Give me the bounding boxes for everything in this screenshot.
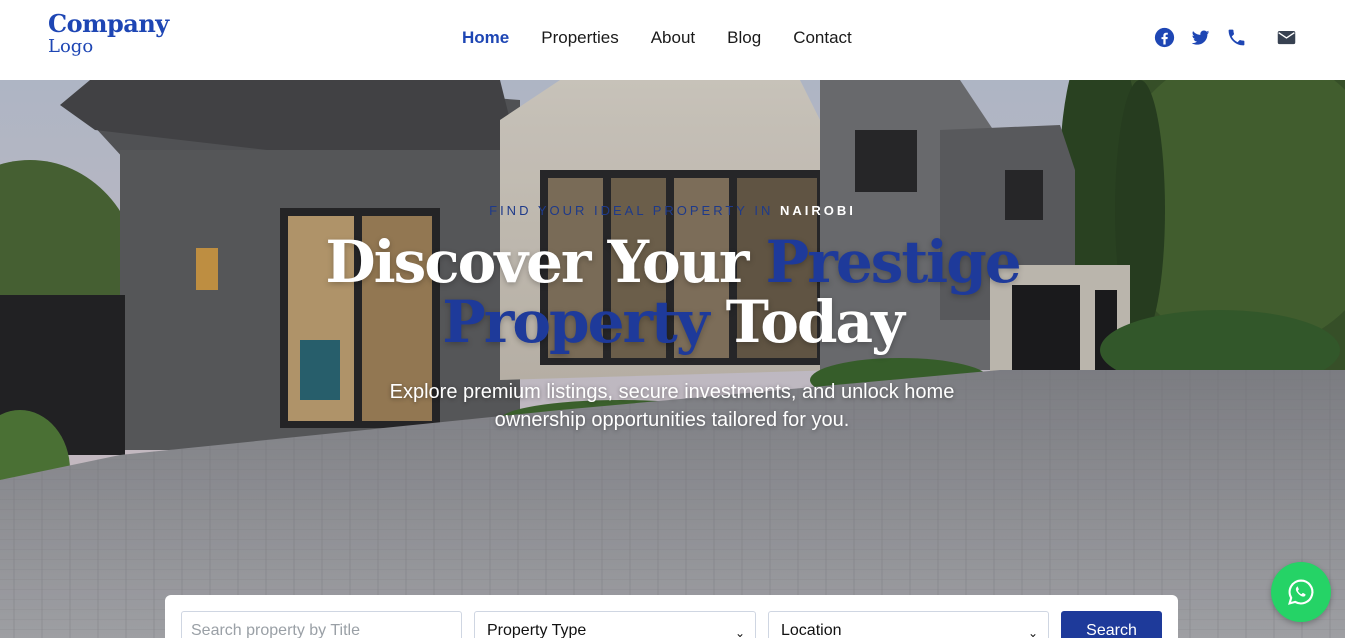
- nav-contact[interactable]: Contact: [793, 28, 852, 48]
- chevron-down-icon: ⌄: [1027, 626, 1038, 638]
- eyebrow-city: NAIROBI: [779, 203, 856, 218]
- site-header: Company Logo Home Properties About Blog …: [0, 0, 1345, 80]
- envelope-icon[interactable]: [1275, 26, 1297, 48]
- property-search-panel: Property Type ⌄ Location ⌄ Search: [165, 595, 1178, 638]
- property-type-value: Property Type: [487, 622, 587, 638]
- hero-title: Discover Your Prestige Property Today: [320, 232, 1025, 352]
- eyebrow-text: FIND YOUR IDEAL PROPERTY IN: [489, 203, 774, 218]
- search-button[interactable]: Search: [1061, 611, 1162, 638]
- social-links: [1153, 26, 1297, 48]
- title-part-1: Discover Your: [325, 228, 749, 296]
- whatsapp-button[interactable]: [1271, 562, 1331, 622]
- nav-blog[interactable]: Blog: [727, 28, 761, 48]
- hero-section: FIND YOUR IDEAL PROPERTY IN NAIROBI Disc…: [0, 80, 1345, 638]
- logo-line-1: Company: [48, 9, 169, 38]
- phone-icon[interactable]: [1225, 26, 1247, 48]
- search-title-input[interactable]: [181, 611, 462, 638]
- nav-home[interactable]: Home: [462, 28, 509, 48]
- whatsapp-icon: [1288, 579, 1314, 605]
- hero-overlay: [0, 80, 1345, 638]
- hero-eyebrow: FIND YOUR IDEAL PROPERTY IN NAIROBI: [0, 203, 1345, 218]
- facebook-icon[interactable]: [1153, 26, 1175, 48]
- title-part-2: Today: [725, 288, 905, 356]
- hero-subtitle: Explore premium listings, secure investm…: [389, 381, 955, 431]
- nav-properties[interactable]: Properties: [541, 28, 618, 48]
- chevron-down-icon: ⌄: [734, 626, 745, 638]
- nav-about[interactable]: About: [651, 28, 695, 48]
- twitter-icon[interactable]: [1189, 26, 1211, 48]
- location-value: Location: [781, 622, 842, 638]
- company-logo[interactable]: Company Logo: [48, 12, 169, 56]
- main-nav: Home Properties About Blog Contact: [462, 28, 852, 48]
- location-select[interactable]: Location ⌄: [768, 611, 1049, 638]
- logo-line-2: Logo: [48, 36, 94, 57]
- property-type-select[interactable]: Property Type ⌄: [474, 611, 756, 638]
